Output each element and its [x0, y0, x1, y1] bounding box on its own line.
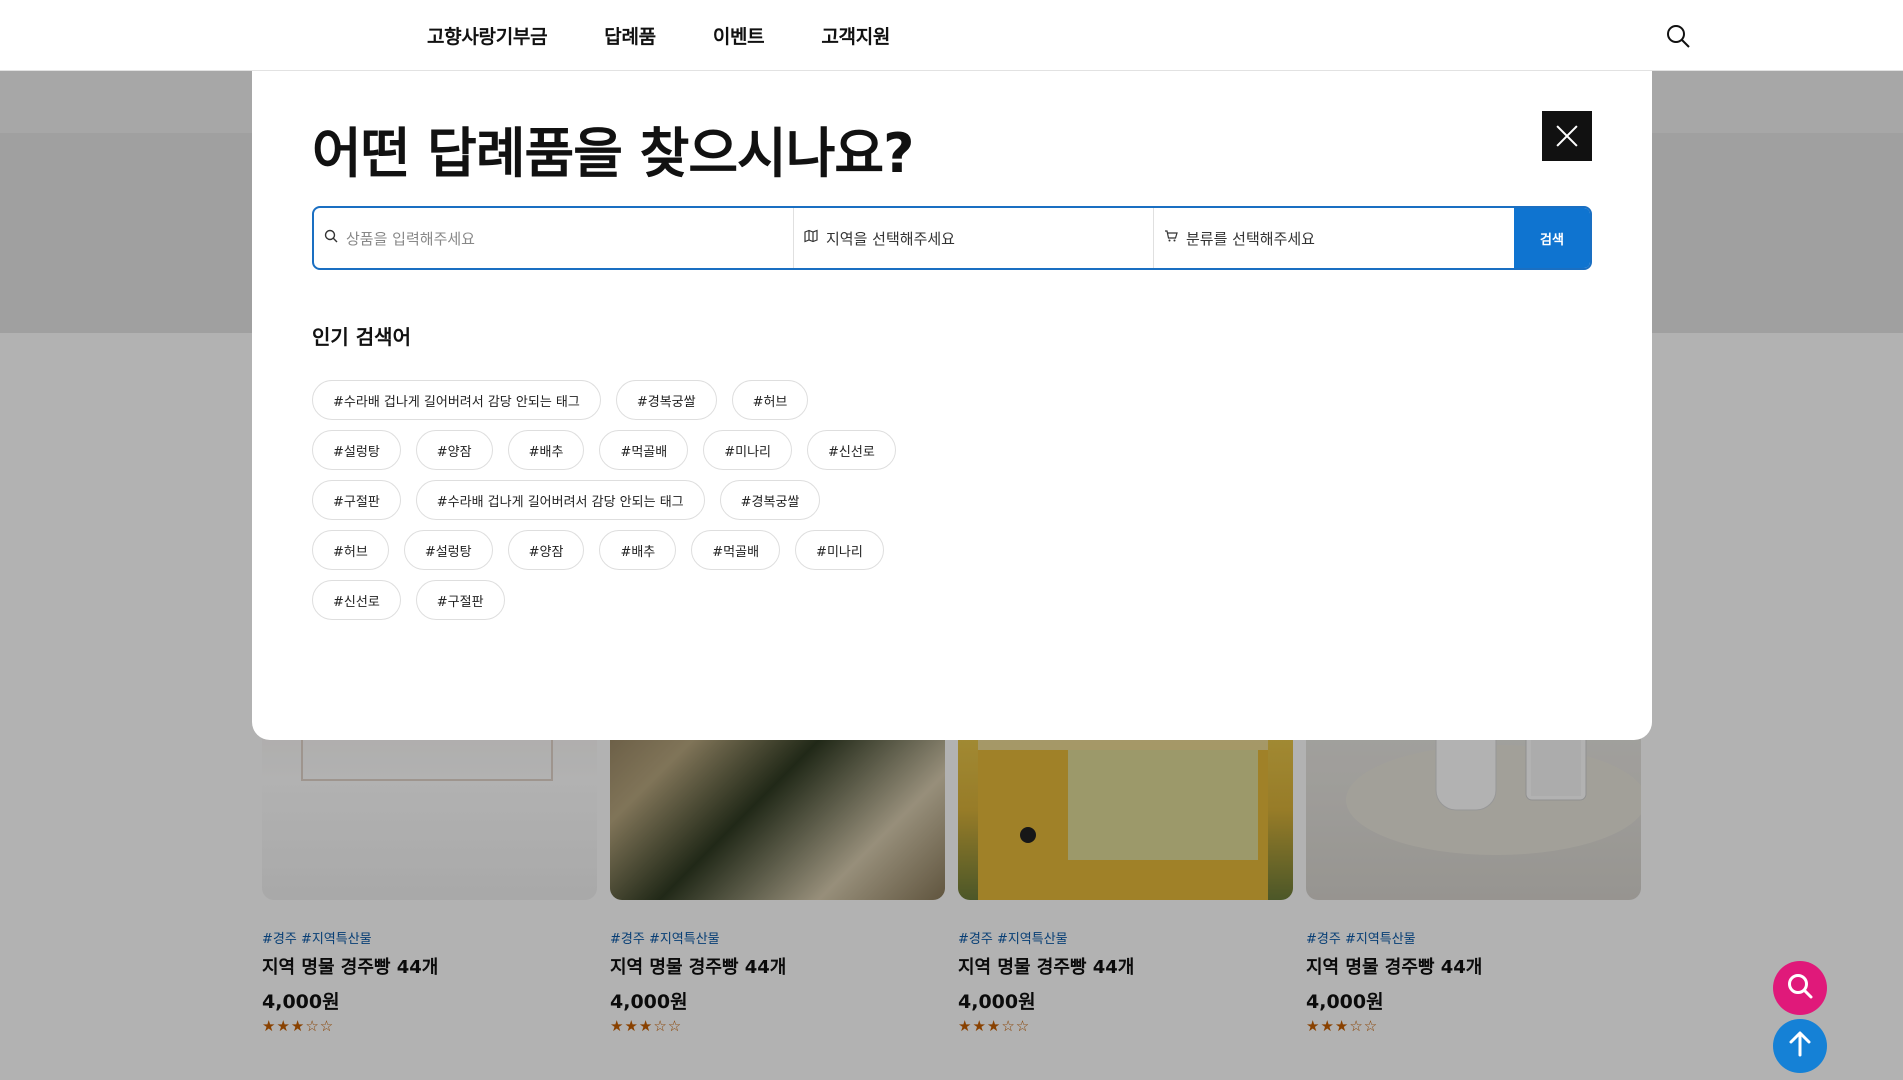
- keyword-tag[interactable]: #미나리: [703, 430, 792, 470]
- search-icon[interactable]: [1664, 22, 1692, 50]
- keyword-tag[interactable]: #수라배 겁나게 길어버려서 감당 안되는 태그: [415, 480, 705, 520]
- tag-row: #구절판 #수라배 겁나게 길어버려서 감당 안되는 태그 #경복궁쌀: [312, 480, 1012, 520]
- nav-events[interactable]: 이벤트: [713, 22, 765, 49]
- close-button[interactable]: [1542, 111, 1592, 161]
- search-modal: 어떤 답례품을 찾으시나요? 상품을 입력해주세요 지역을 선택해주세요 분류를…: [252, 71, 1652, 740]
- search-icon: [1785, 971, 1815, 1005]
- keyword-tag[interactable]: #배추: [507, 430, 585, 470]
- region-select-label: 지역을 선택해주세요: [826, 229, 955, 248]
- tag-row: #수라배 겁나게 길어버려서 감당 안되는 태그 #경복궁쌀 #허브: [312, 380, 1012, 420]
- keyword-tag[interactable]: #먹골배: [599, 430, 689, 470]
- product-search-field[interactable]: 상품을 입력해주세요: [314, 208, 794, 268]
- tag-row: #허브 #설렁탕 #양잠 #배추 #먹골배 #미나리: [312, 530, 1012, 570]
- popular-keywords: #수라배 겁나게 길어버려서 감당 안되는 태그 #경복궁쌀 #허브 #설렁탕 …: [312, 380, 1012, 630]
- floating-search-button[interactable]: [1773, 961, 1827, 1015]
- nav-hometown-donation[interactable]: 고향사랑기부금: [427, 22, 548, 49]
- keyword-tag[interactable]: #설렁탕: [403, 530, 493, 570]
- keyword-tag[interactable]: #배추: [599, 530, 677, 570]
- keyword-tag[interactable]: #경복궁쌀: [615, 380, 717, 420]
- search-icon: [324, 229, 338, 247]
- popular-keywords-title: 인기 검색어: [312, 325, 411, 349]
- scroll-top-button[interactable]: [1773, 1019, 1827, 1073]
- keyword-tag[interactable]: #구절판: [415, 580, 505, 620]
- keyword-tag[interactable]: #먹골배: [691, 530, 781, 570]
- region-select[interactable]: 지역을 선택해주세요: [794, 208, 1154, 268]
- search-bar: 상품을 입력해주세요 지역을 선택해주세요 분류를 선택해주세요 검색: [312, 206, 1592, 270]
- main-nav: 고향사랑기부금 답례품 이벤트 고객지원: [427, 0, 890, 70]
- tag-row: #설렁탕 #양잠 #배추 #먹골배 #미나리 #신선로: [312, 430, 1012, 470]
- keyword-tag[interactable]: #경복궁쌀: [719, 480, 821, 520]
- keyword-tag[interactable]: #설렁탕: [312, 430, 401, 470]
- nav-gifts[interactable]: 답례품: [604, 22, 656, 49]
- map-icon: [804, 229, 818, 247]
- arrow-up-icon: [1785, 1029, 1815, 1063]
- keyword-tag[interactable]: #신선로: [807, 430, 896, 470]
- keyword-tag[interactable]: #양잠: [507, 530, 585, 570]
- cart-icon: [1164, 229, 1178, 247]
- keyword-tag[interactable]: #신선로: [312, 580, 401, 620]
- keyword-tag[interactable]: #허브: [731, 380, 809, 420]
- keyword-tag[interactable]: #수라배 겁나게 길어버려서 감당 안되는 태그: [312, 380, 601, 420]
- keyword-tag[interactable]: #양잠: [415, 430, 493, 470]
- nav-support[interactable]: 고객지원: [821, 22, 890, 49]
- keyword-tag[interactable]: #허브: [312, 530, 389, 570]
- product-search-input[interactable]: 상품을 입력해주세요: [346, 228, 475, 249]
- category-select-label: 분류를 선택해주세요: [1186, 229, 1315, 248]
- site-header: 고향사랑기부금 답례품 이벤트 고객지원: [0, 0, 1903, 71]
- search-submit-button[interactable]: 검색: [1514, 208, 1590, 268]
- modal-title: 어떤 답례품을 찾으시나요?: [312, 122, 914, 185]
- keyword-tag[interactable]: #구절판: [312, 480, 401, 520]
- category-select[interactable]: 분류를 선택해주세요: [1154, 208, 1514, 268]
- tag-row: #신선로 #구절판: [312, 580, 1012, 620]
- keyword-tag[interactable]: #미나리: [795, 530, 884, 570]
